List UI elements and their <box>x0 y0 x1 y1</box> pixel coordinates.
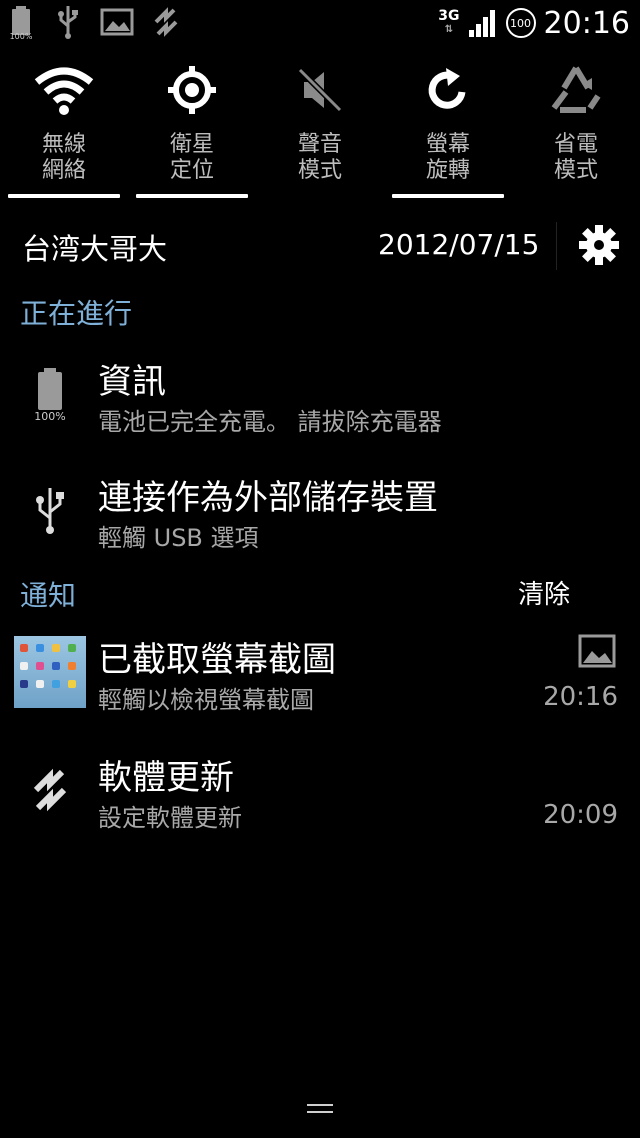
screenshot-thumbnail <box>14 636 86 708</box>
wifi-icon <box>34 67 94 115</box>
gear-icon[interactable] <box>578 224 620 266</box>
notification-software-update[interactable]: 軟體更新 設定軟體更新 20:09 <box>0 750 640 860</box>
notification-subtitle: 設定軟體更新 <box>98 804 242 832</box>
status-left-icons: 100% <box>8 4 180 41</box>
3g-data-icon: 3G ⇅ <box>438 8 460 35</box>
toggle-gps-label: 衛星 定位 <box>169 132 214 183</box>
usb-icon <box>36 488 64 534</box>
network-type-label: 3G <box>438 8 460 24</box>
notification-subtitle: 電池已完全充電。 請拔除充電器 <box>98 408 442 436</box>
battery-icon: 100% <box>34 368 66 423</box>
toggle-wifi-label: 無線 網絡 <box>41 132 86 183</box>
badge-100-icon: 100 <box>505 8 536 38</box>
status-right-icons: 3G ⇅ 100 20:16 <box>438 0 630 46</box>
header-divider <box>556 222 557 270</box>
signal-icon <box>468 10 495 37</box>
ongoing-section-title: 正在進行 <box>20 297 133 330</box>
notification-subtitle: 輕觸以檢視螢幕截圖 <box>98 686 314 714</box>
image-icon <box>100 4 134 40</box>
notification-title: 軟體更新 <box>98 758 234 798</box>
recycle-icon <box>551 66 601 113</box>
sync-icon <box>152 4 180 40</box>
status-time: 20:16 <box>543 5 630 41</box>
image-icon <box>578 634 616 668</box>
notification-time: 20:16 <box>543 682 618 712</box>
drag-handle[interactable] <box>307 1104 333 1118</box>
notification-screenshot[interactable]: 已截取螢幕截圖 輕觸以檢視螢幕截圖 20:16 <box>0 632 640 742</box>
toggle-rotation-label: 螢幕 旋轉 <box>425 132 470 183</box>
usb-icon <box>54 4 82 40</box>
toggle-sound[interactable]: 聲音 模式 <box>256 58 384 200</box>
notifications-section-title: 通知 <box>20 579 77 612</box>
notification-title: 資訊 <box>98 362 166 402</box>
notification-title: 已截取螢幕截圖 <box>98 640 336 680</box>
notification-battery[interactable]: 100% 資訊 電池已完全充電。 請拔除充電器 <box>0 354 640 464</box>
date-label: 2012/07/15 <box>378 228 540 261</box>
toggle-wifi[interactable]: 無線 網絡 <box>0 58 128 200</box>
toggle-gps[interactable]: 衛星 定位 <box>128 58 256 200</box>
battery-percent-text: 100% <box>34 410 65 423</box>
toggle-gps-indicator <box>136 194 248 198</box>
rotate-icon <box>428 68 466 109</box>
notification-usb[interactable]: 連接作為外部儲存裝置 輕觸 USB 選項 <box>0 470 640 580</box>
mute-icon <box>297 67 343 113</box>
status-bar: 100% 3G ⇅ 100 20:16 <box>0 0 640 46</box>
toggle-power-saving[interactable]: 省電 模式 <box>512 58 640 200</box>
toggle-power-saving-label: 省電 模式 <box>553 132 598 183</box>
toggle-rotation-indicator <box>392 194 504 198</box>
toggle-rotation[interactable]: 螢幕 旋轉 <box>384 58 512 200</box>
status-battery-text: 100% <box>10 32 33 40</box>
toggle-wifi-indicator <box>8 194 120 198</box>
notification-title: 連接作為外部儲存裝置 <box>98 478 438 518</box>
clear-button[interactable]: 清除 <box>518 574 570 611</box>
toggle-sound-label: 聲音 模式 <box>297 132 342 183</box>
battery-icon: 100% <box>8 4 36 41</box>
sync-icon <box>33 768 67 812</box>
notification-subtitle: 輕觸 USB 選項 <box>98 524 259 552</box>
notification-time: 20:09 <box>543 800 618 830</box>
carrier-name: 台湾大哥大 <box>22 232 168 266</box>
quick-settings-toggles: 無線 網絡 衛星 定位 聲音 模式 螢幕 旋轉 省電 模式 <box>0 58 640 200</box>
gps-icon <box>168 66 216 114</box>
